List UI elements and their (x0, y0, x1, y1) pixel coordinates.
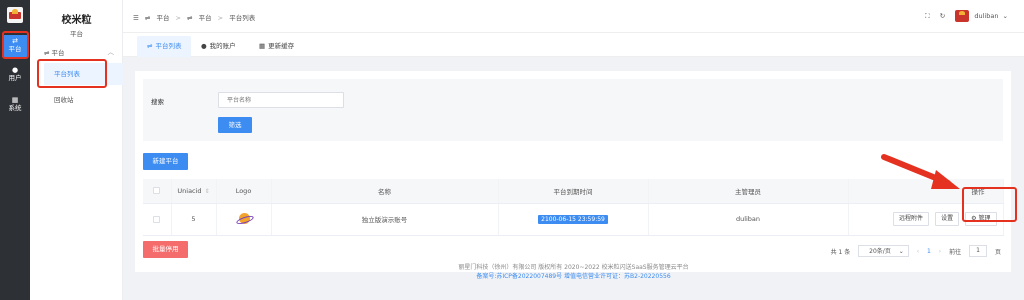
annotation-arrow (881, 154, 960, 189)
